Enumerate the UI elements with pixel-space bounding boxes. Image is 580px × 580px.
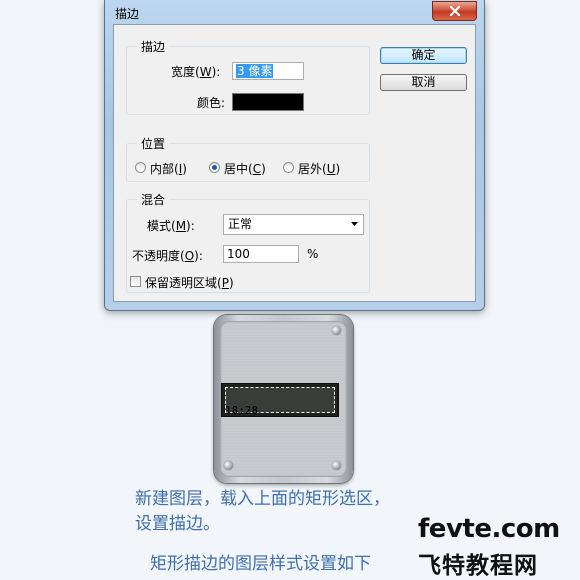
outside-label[interactable]: 居外(U) (298, 160, 340, 177)
window-title: 描边 (115, 7, 140, 21)
inside-radio[interactable] (135, 162, 146, 173)
cancel-button[interactable]: 取消 (380, 74, 467, 91)
lcd-time: 18:28 (225, 404, 259, 417)
lcd-screen: 18:28 (221, 383, 339, 417)
opacity-input[interactable]: 100 (223, 245, 299, 263)
caption-line-3: 矩形描边的图层样式设置如下 (150, 554, 371, 574)
mode-label: 模式(M): (147, 219, 195, 233)
caption-line-1: 新建图层，载入上面的矩形选区， (135, 489, 390, 509)
preserve-transparency-label[interactable]: 保留透明区域(P) (145, 274, 234, 291)
position-group-title: 位置 (137, 135, 170, 152)
blend-group: 混合 模式(M): 正常 不透明度(O): 100 % 保留透明区域(P) (126, 191, 370, 293)
inside-label[interactable]: 内部(I) (150, 160, 187, 177)
mode-value: 正常 (228, 217, 253, 231)
title-bar[interactable]: 描边 (105, 0, 484, 24)
dialog-client: 描边 宽度(W): 3 像素 颜色: 位置 内部(I) 居中(C) 居外(U) … (113, 24, 476, 302)
position-group: 位置 内部(I) 居中(C) 居外(U) (126, 135, 370, 182)
color-label: 颜色: (197, 96, 226, 110)
stroke-group: 描边 宽度(W): 3 像素 颜色: (126, 38, 370, 115)
mode-dropdown[interactable]: 正常 (223, 214, 364, 235)
blend-group-title: 混合 (137, 191, 170, 208)
close-button[interactable] (432, 1, 477, 21)
outside-radio[interactable] (283, 162, 294, 173)
watermark-name: 飞特教程网 (418, 553, 538, 579)
chevron-down-icon (351, 222, 358, 226)
width-input[interactable]: 3 像素 (232, 62, 304, 80)
watermark-site: fevte.com (418, 514, 560, 544)
screw-icon (332, 461, 341, 470)
opacity-unit: % (307, 247, 319, 261)
screw-icon (224, 461, 233, 470)
color-swatch[interactable] (232, 93, 304, 111)
stroke-dialog: 描边 描边 宽度(W): 3 像素 颜色: 位置 内部(I) 居中(C) 居外(… (104, 0, 485, 311)
caption-text: 新建图层，载入上面的矩形选区， 设置描边。 (135, 487, 390, 537)
preserve-transparency-checkbox[interactable] (130, 276, 141, 287)
width-label: 宽度(W): (171, 65, 221, 79)
stroke-group-title: 描边 (137, 38, 170, 55)
center-label[interactable]: 居中(C) (224, 160, 266, 177)
ok-button[interactable]: 确定 (380, 47, 467, 64)
close-icon (449, 6, 460, 16)
caption-line-2: 设置描边。 (135, 514, 220, 534)
opacity-label: 不透明度(O): (132, 249, 203, 263)
device-artwork: 18:28 (214, 315, 353, 483)
width-value: 3 像素 (236, 64, 274, 78)
screw-icon (332, 326, 341, 335)
center-radio[interactable] (209, 162, 220, 173)
